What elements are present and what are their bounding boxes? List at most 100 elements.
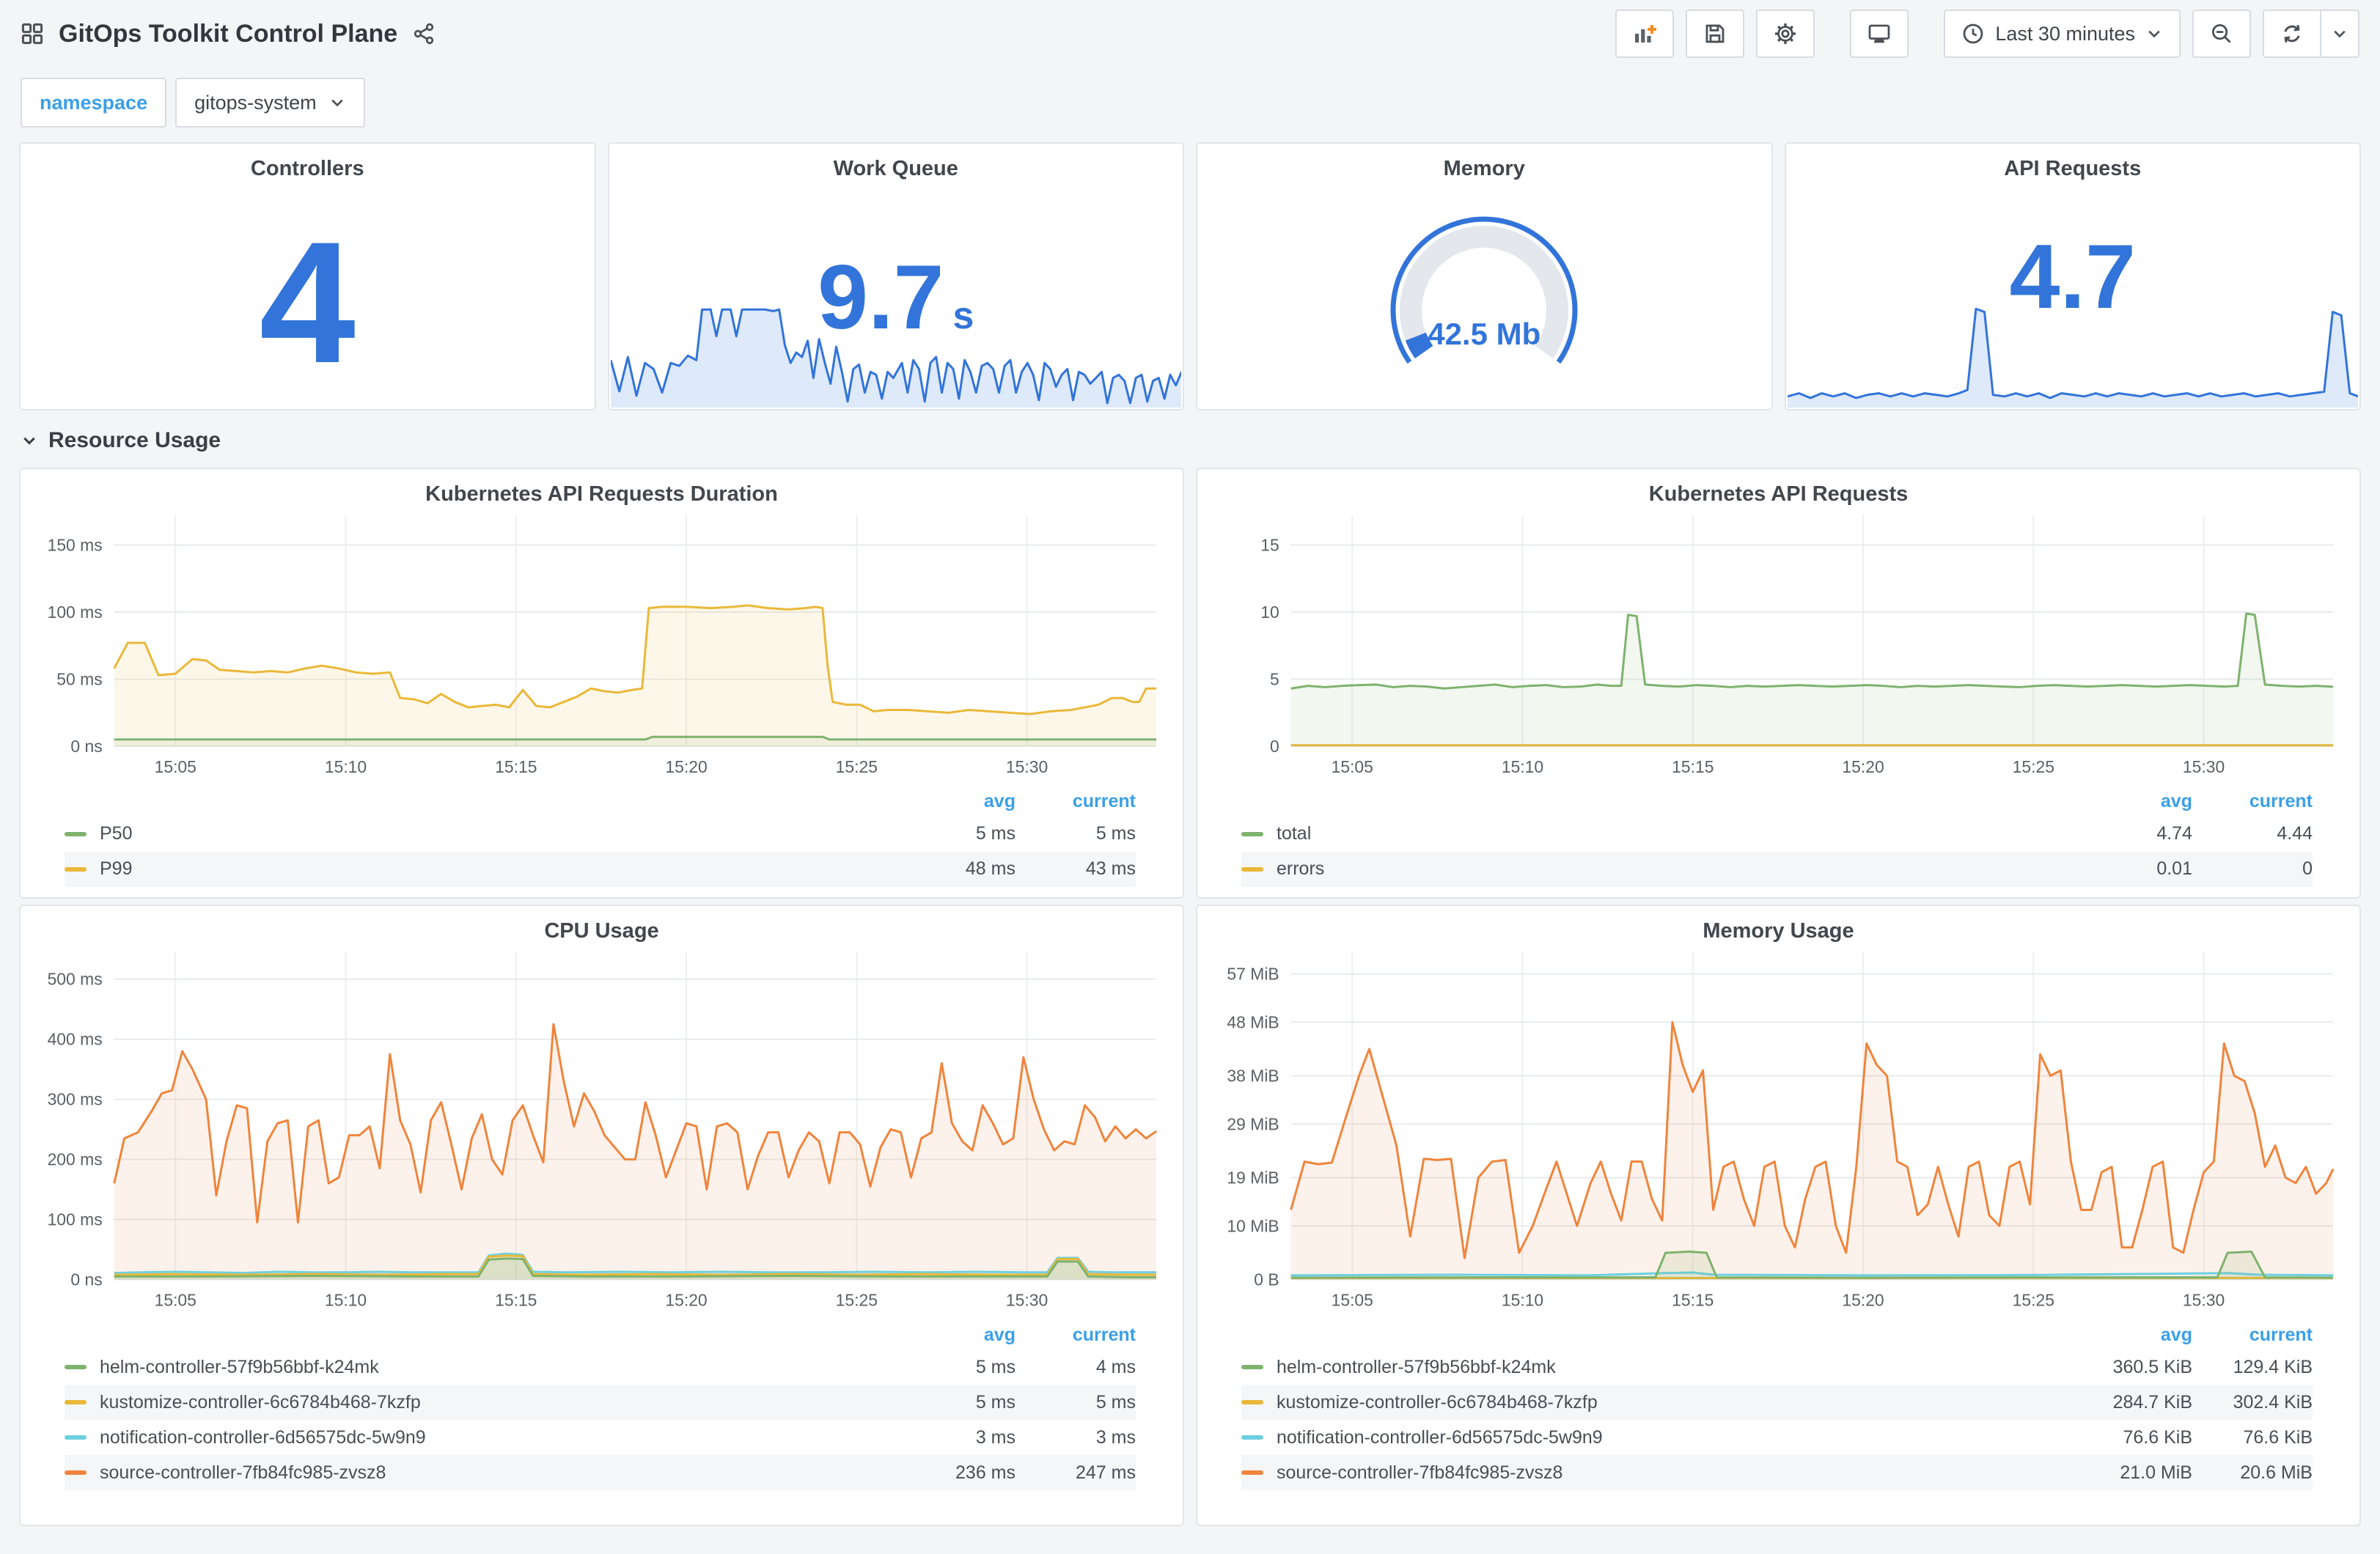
series-color-dash [1241,1365,1263,1370]
panel-api-requests-duration: Kubernetes API Requests Duration 15:05 15… [19,468,1184,899]
svg-text:15:15: 15:15 [1672,1290,1714,1309]
svg-text:15:05: 15:05 [1332,1290,1373,1309]
dashboard-header: GitOps Toolkit Control Plane Last 30 min… [0,0,2380,67]
panel-title[interactable]: Controllers [21,144,594,181]
legend-header: avg current [65,1320,1136,1349]
legend-row: P50 5 ms 5 ms [65,817,1136,852]
svg-text:57 MiB: 57 MiB [1227,965,1279,984]
legend-current-value: 4.44 [2277,823,2313,844]
svg-text:15:15: 15:15 [495,757,537,776]
row-resource-usage[interactable]: Resource Usage [0,410,2380,462]
legend-avg-header[interactable]: avg [895,791,1015,812]
panel-title[interactable]: Kubernetes API Requests [1197,469,2359,507]
panel-title[interactable]: CPU Usage [21,906,1183,943]
legend-current-value: 76.6 KiB [2243,1426,2313,1448]
legend-avg-header[interactable]: avg [895,1325,1015,1346]
svg-text:15:10: 15:10 [1502,1290,1543,1309]
legend-series-name[interactable]: source-controller-7fb84fc985-zvsz8 [1277,1462,2072,1484]
legend-current-value: 5 ms [1095,1391,1136,1413]
legend-current-value: 0 [2302,858,2313,880]
svg-text:15:30: 15:30 [1006,1290,1048,1309]
svg-text:15:05: 15:05 [155,757,197,776]
zoom-out-time-button[interactable] [2192,10,2251,58]
variable-namespace-picker[interactable]: gitops-system [175,78,365,128]
legend-current-header[interactable]: current [1015,791,1136,812]
share-icon[interactable] [412,22,436,45]
legend-series-name[interactable]: kustomize-controller-6c6784b468-7kzfp [100,1392,895,1413]
api-requests-duration-plot[interactable]: 15:05 15:10 15:15 15:20 15:25 15:30 0 ns 50 ms 1… [21,507,1183,784]
legend-avg-header[interactable]: avg [2072,1325,2192,1346]
panel-title[interactable]: API Requests [1786,144,2359,181]
add-panel-button[interactable] [1615,10,1675,58]
legend-header: avg current [65,787,1136,817]
save-dashboard-button[interactable] [1686,10,1745,58]
svg-text:15:25: 15:25 [836,757,878,776]
svg-text:200 ms: 200 ms [48,1150,103,1169]
legend-current-header[interactable]: current [2192,1325,2313,1346]
cpu-usage-plot[interactable]: 15:05 15:10 15:15 15:20 15:25 15:30 0 ns 100 ms… [21,943,1183,1317]
time-range-picker[interactable]: Last 30 minutes [1944,10,2181,58]
legend-series-name[interactable]: errors [1277,858,2072,880]
legend-series-name[interactable]: total [1277,823,2072,844]
apps-grid-icon[interactable] [21,22,44,45]
refresh-interval-dropdown[interactable] [2321,10,2359,58]
legend-current-header[interactable]: current [2192,791,2313,812]
kubernetes-api-requests-plot[interactable]: 15:05 15:10 15:15 15:20 15:25 15:30 0 5 10 15 [1197,507,2359,784]
legend-avg-value: 236 ms [955,1462,1015,1483]
legend: avg current P50 5 ms 5 ms P99 48 ms 43 ms [21,784,1183,896]
svg-text:15:25: 15:25 [2013,757,2054,776]
panel-title[interactable]: Work Queue [609,144,1183,181]
legend-avg-value: 284.7 KiB [2112,1391,2192,1413]
panel-work-queue: Work Queue 9.7 s [607,142,1184,410]
legend-row: P99 48 ms 43 ms [65,851,1136,887]
legend-header: avg current [1241,787,2313,817]
legend-series-name[interactable]: kustomize-controller-6c6784b468-7kzfp [1277,1392,2072,1413]
dashboard-title[interactable]: GitOps Toolkit Control Plane [59,20,397,48]
legend-series-name[interactable]: P99 [100,858,895,880]
legend-series-name[interactable]: source-controller-7fb84fc985-zvsz8 [100,1462,895,1484]
series-color-dash [1241,1435,1263,1440]
legend-current-header[interactable]: current [1015,1325,1136,1346]
api-requests-value: 4.7 [2009,227,2136,328]
svg-text:15:10: 15:10 [1502,757,1543,776]
chevron-down-icon [21,432,38,449]
legend: avg current helm-controller-57f9b56bbf-k24… [21,1317,1183,1499]
cycle-view-mode-button[interactable] [1850,10,1909,58]
legend-row: source-controller-7fb84fc985-zvsz8 236 ms… [65,1455,1136,1491]
memory-usage-plot[interactable]: 15:05 15:10 15:15 15:20 15:25 15:30 0 B 10 MiB 1… [1197,943,2359,1317]
legend-row: helm-controller-57f9b56bbf-k24mk 360.5 Ki… [1241,1349,2313,1385]
legend-series-name[interactable]: P50 [100,823,895,844]
legend-avg-value: 5 ms [975,823,1015,844]
svg-text:29 MiB: 29 MiB [1227,1114,1279,1133]
svg-text:19 MiB: 19 MiB [1227,1168,1279,1187]
series-color-dash [1241,1470,1263,1476]
chevron-down-icon [2331,25,2348,43]
svg-text:15:25: 15:25 [836,1290,878,1309]
refresh-button[interactable] [2263,10,2321,58]
legend-series-name[interactable]: notification-controller-6d56575dc-5w9n9 [100,1427,895,1448]
zoom-out-icon [2210,22,2233,45]
legend-avg-value: 48 ms [965,858,1015,880]
dashboard-settings-button[interactable] [1756,10,1815,58]
panel-title[interactable]: Memory Usage [1197,906,2359,943]
panel-title[interactable]: Memory [1197,144,1771,181]
clock-icon [1961,22,1985,45]
legend-series-name[interactable]: notification-controller-6d56575dc-5w9n9 [1277,1427,2072,1448]
svg-text:15:25: 15:25 [2013,1290,2054,1309]
svg-text:150 ms: 150 ms [48,536,103,555]
refresh-icon [2280,22,2304,45]
legend-series-name[interactable]: helm-controller-57f9b56bbf-k24mk [100,1357,895,1378]
panel-title[interactable]: Kubernetes API Requests Duration [21,469,1183,507]
svg-text:48 MiB: 48 MiB [1227,1012,1279,1031]
svg-text:15:05: 15:05 [1332,757,1373,776]
svg-text:500 ms: 500 ms [48,970,103,989]
svg-text:0 B: 0 B [1254,1270,1279,1289]
legend-current-value: 302.4 KiB [2233,1391,2313,1413]
svg-text:100 ms: 100 ms [48,1210,103,1229]
legend-series-name[interactable]: helm-controller-57f9b56bbf-k24mk [1277,1357,2072,1378]
legend-avg-header[interactable]: avg [2072,791,2192,812]
grafana-dashboard: GitOps Toolkit Control Plane Last 30 min… [0,0,2380,1554]
svg-text:0 ns: 0 ns [70,737,102,756]
legend-avg-value: 21.0 MiB [2120,1462,2192,1483]
series-color-dash [65,866,87,872]
